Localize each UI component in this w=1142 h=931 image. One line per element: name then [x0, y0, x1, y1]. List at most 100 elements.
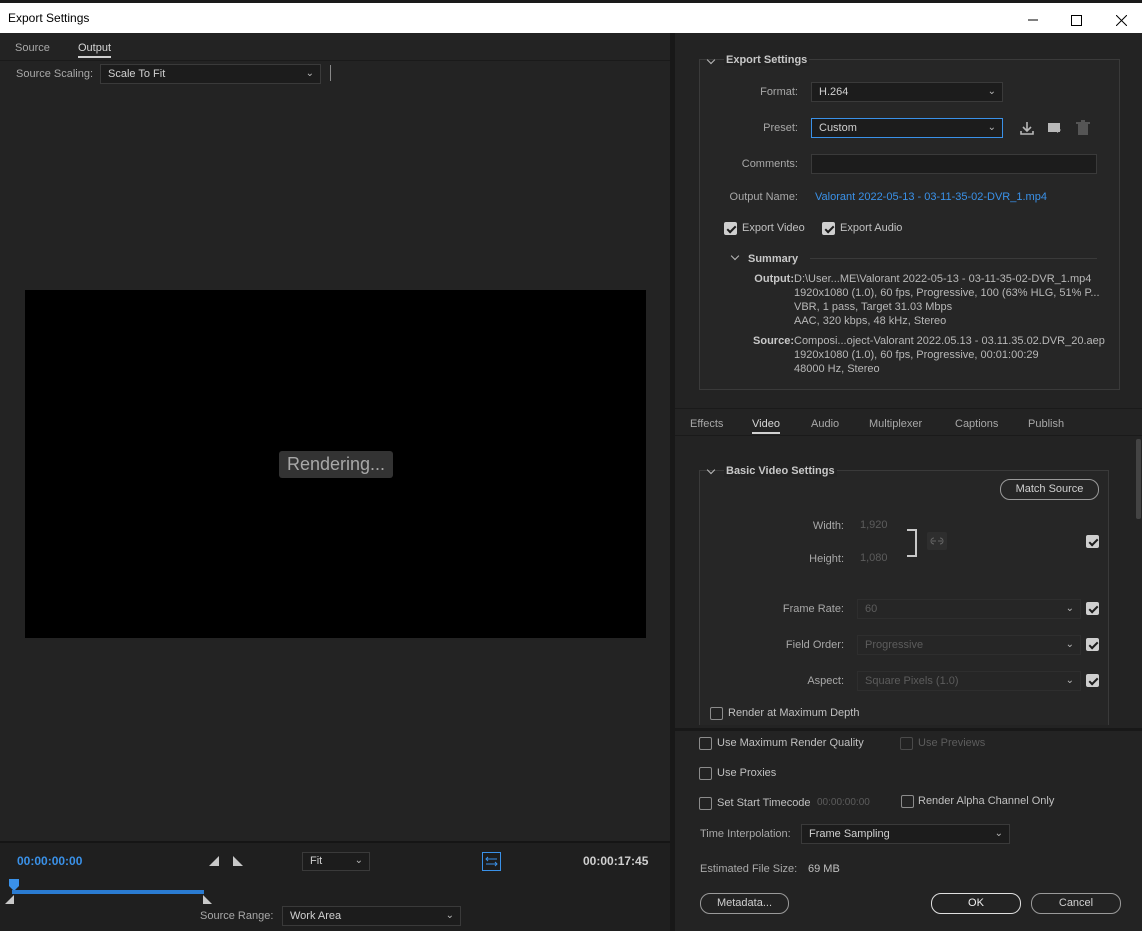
zoom-level-value: Fit [310, 855, 323, 867]
chevron-down-icon: ⌄ [987, 86, 996, 97]
field-order-value: Progressive [865, 639, 924, 651]
tab-captions[interactable]: Captions [955, 418, 998, 430]
minimize-icon [1028, 19, 1038, 21]
source-range-dropdown[interactable]: Work Area ⌄ [282, 906, 461, 926]
field-order-dropdown[interactable]: Progressive ⌄ [857, 635, 1081, 655]
tab-video[interactable]: Video [752, 418, 780, 434]
height-label: Height: [809, 553, 844, 565]
chevron-down-icon: ⌄ [1065, 603, 1074, 614]
summary-output-line: 1920x1080 (1.0), 60 fps, Progressive, 10… [794, 287, 1100, 299]
frame-rate-value: 60 [865, 603, 878, 615]
video-settings-scrollbar[interactable] [1135, 439, 1142, 725]
time-interp-value: Frame Sampling [809, 828, 890, 840]
export-settings-section: Export Settings Format: H.264 ⌄ Preset: … [699, 54, 1120, 390]
render-alpha-label: Render Alpha Channel Only [918, 795, 1055, 807]
summary-chevron-icon[interactable] [730, 251, 740, 261]
frame-rate-checkbox[interactable] [1086, 602, 1099, 615]
work-area-bar[interactable] [12, 890, 204, 894]
aspect-checkbox[interactable] [1086, 674, 1099, 687]
summary-source-line: Composi...oject-Valorant 2022.05.13 - 03… [794, 335, 1105, 347]
maximize-icon [1070, 14, 1082, 26]
match-source-button[interactable]: Match Source [1000, 479, 1099, 500]
summary-source-label: Source: [753, 335, 794, 347]
tab-source[interactable]: Source [15, 42, 50, 54]
set-out-point-icon[interactable] [232, 856, 244, 866]
window-title: Export Settings [8, 11, 90, 25]
link-bracket [907, 529, 917, 557]
preview-panel: Source Output Source Scaling: Scale To F… [0, 33, 670, 931]
format-dropdown[interactable]: H.264 ⌄ [811, 82, 1003, 102]
title-bar: Export Settings [0, 0, 1142, 33]
set-in-point-icon[interactable] [208, 856, 220, 866]
render-max-depth-label: Render at Maximum Depth [728, 707, 860, 719]
height-value[interactable]: 1,080 [860, 552, 888, 564]
time-interp-dropdown[interactable]: Frame Sampling ⌄ [801, 824, 1010, 844]
preset-dropdown[interactable]: Custom ⌄ [811, 118, 1003, 138]
render-max-depth-checkbox[interactable] [710, 707, 723, 720]
cancel-button[interactable]: Cancel [1031, 893, 1121, 914]
source-range-label: Source Range: [200, 910, 274, 922]
scrollbar-thumb[interactable] [1136, 439, 1141, 519]
tab-output[interactable]: Output [78, 42, 112, 58]
preset-label: Preset: [763, 122, 798, 134]
max-render-quality-label: Use Maximum Render Quality [717, 737, 864, 749]
use-proxies-label: Use Proxies [717, 767, 777, 779]
range-end-handle-icon[interactable] [202, 895, 212, 904]
import-preset-icon[interactable] [1047, 120, 1064, 136]
render-alpha-checkbox[interactable] [901, 795, 914, 808]
source-scaling-dropdown[interactable]: Scale To Fit ⌄ [100, 64, 321, 84]
minimize-button[interactable] [1010, 7, 1056, 33]
export-video-checkbox[interactable] [724, 222, 737, 235]
close-icon [1115, 14, 1127, 26]
maximize-button[interactable] [1053, 7, 1099, 33]
tab-publish[interactable]: Publish [1028, 418, 1064, 430]
field-order-label: Field Order: [785, 639, 844, 651]
start-timecode-value[interactable]: 00:00:00:00 [817, 797, 870, 808]
frame-rate-dropdown[interactable]: 60 ⌄ [857, 599, 1081, 619]
delete-preset-icon[interactable] [1076, 120, 1090, 136]
summary-output-lines: D:\User...ME\Valorant 2022-05-13 - 03-11… [794, 272, 1109, 328]
tab-audio[interactable]: Audio [811, 418, 839, 430]
zoom-level-dropdown[interactable]: Fit ⌄ [302, 852, 370, 871]
ok-button[interactable]: OK [931, 893, 1021, 914]
aspect-correction-icon[interactable] [482, 852, 501, 871]
output-name-link[interactable]: Valorant 2022-05-13 - 03-11-35-02-DVR_1.… [815, 191, 1047, 203]
current-timecode[interactable]: 00:00:00:00 [17, 854, 82, 868]
summary-source-line: 1920x1080 (1.0), 60 fps, Progressive, 00… [794, 349, 1039, 361]
max-render-quality-checkbox[interactable] [699, 737, 712, 750]
basic-video-title: Basic Video Settings [724, 465, 837, 477]
export-video-label: Export Video [742, 222, 805, 234]
set-start-timecode-checkbox[interactable] [699, 797, 712, 810]
settings-panel: Export Settings Format: H.264 ⌄ Preset: … [675, 33, 1142, 931]
summary-source-lines: Composi...oject-Valorant 2022.05.13 - 03… [794, 334, 1109, 376]
width-value[interactable]: 1,920 [860, 519, 888, 531]
collapse-chevron-icon[interactable] [706, 465, 716, 475]
chevron-down-icon: ⌄ [305, 68, 314, 79]
save-preset-icon[interactable] [1019, 120, 1035, 136]
tab-effects[interactable]: Effects [690, 418, 723, 430]
chevron-down-icon: ⌄ [445, 910, 454, 921]
comments-field[interactable] [811, 154, 1097, 174]
match-size-checkbox[interactable] [1086, 535, 1099, 548]
summary-output-label: Output: [754, 273, 794, 285]
close-button[interactable] [1098, 7, 1142, 33]
tab-multiplexer[interactable]: Multiplexer [869, 418, 922, 430]
chevron-down-icon: ⌄ [994, 828, 1003, 839]
use-proxies-checkbox[interactable] [699, 767, 712, 780]
range-start-handle-icon[interactable] [5, 895, 15, 904]
use-previews-checkbox[interactable] [900, 737, 913, 750]
use-previews-label: Use Previews [918, 737, 986, 749]
aspect-label: Aspect: [807, 675, 844, 687]
collapse-chevron-icon[interactable] [706, 55, 716, 65]
summary-output-line: VBR, 1 pass, Target 31.03 Mbps [794, 301, 953, 313]
constrain-proportions-icon[interactable] [927, 532, 947, 550]
field-order-checkbox[interactable] [1086, 638, 1099, 651]
aspect-dropdown[interactable]: Square Pixels (1.0) ⌄ [857, 671, 1081, 691]
preset-value: Custom [819, 122, 857, 134]
export-audio-checkbox[interactable] [822, 222, 835, 235]
settings-tabbar: Effects Video Audio Multiplexer Captions… [675, 408, 1142, 436]
width-label: Width: [812, 520, 844, 532]
summary-output-line: D:\User...ME\Valorant 2022-05-13 - 03-11… [794, 273, 1092, 285]
summary-title: Summary [748, 253, 799, 265]
metadata-button[interactable]: Metadata... [700, 893, 789, 914]
